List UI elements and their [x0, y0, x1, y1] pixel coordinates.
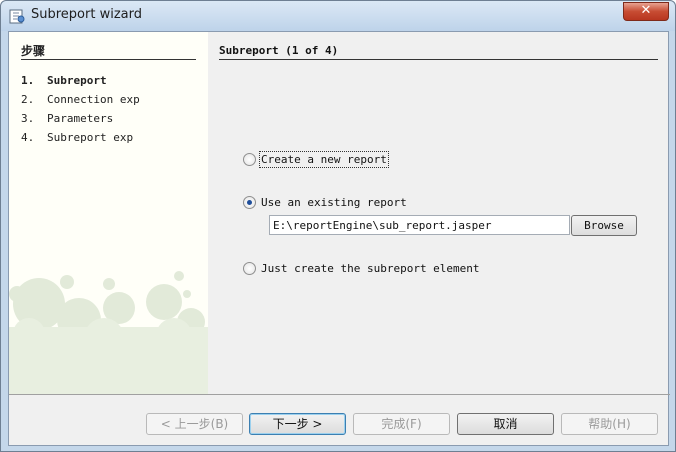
title-bar[interactable]: Subreport wizard ✕ [1, 1, 675, 31]
decorative-bubbles [9, 271, 208, 394]
just-create-subreport-option[interactable]: Just create the subreport element [243, 262, 480, 275]
app-icon [9, 8, 25, 24]
report-path-input[interactable]: E:\reportEngine\sub_report.jasper [269, 215, 570, 235]
step-number: 1. [21, 74, 35, 87]
step-number: 3. [21, 112, 35, 125]
steps-divider [21, 59, 196, 60]
back-button[interactable]: < 上一步(B) [146, 413, 243, 435]
create-new-report-label: Create a new report [259, 151, 389, 168]
content-divider [219, 59, 658, 60]
use-existing-report-label: Use an existing report [261, 196, 407, 209]
step-label: Subreport exp [47, 131, 134, 144]
step-number: 2. [21, 93, 35, 106]
window-title: Subreport wizard [31, 7, 142, 22]
step-label: Parameters [47, 112, 114, 125]
finish-button[interactable]: 完成(F) [353, 413, 450, 435]
close-icon: ✕ [640, 3, 652, 18]
footer-divider [9, 394, 670, 395]
step-item-subreport: 1. Subreport [21, 74, 107, 87]
next-button[interactable]: 下一步 > [249, 413, 346, 435]
help-button[interactable]: 帮助(H) [561, 413, 658, 435]
close-button[interactable]: ✕ [623, 2, 669, 21]
just-create-subreport-label: Just create the subreport element [261, 262, 480, 275]
cancel-button[interactable]: 取消 [457, 413, 554, 435]
just-create-subreport-radio[interactable] [243, 262, 256, 275]
step-item-connection-exp: 2. Connection exp [21, 93, 140, 106]
wizard-window: Subreport wizard ✕ 步骤 1. Subreport 2. Co… [0, 0, 676, 452]
step-item-subreport-exp: 4. Subreport exp [21, 131, 133, 144]
step-number: 4. [21, 131, 35, 144]
use-existing-report-option[interactable]: Use an existing report [243, 196, 407, 209]
wizard-body: 步骤 1. Subreport 2. Connection exp 3. Parame… [8, 31, 670, 446]
step-item-parameters: 3. Parameters [21, 112, 113, 125]
create-new-report-option[interactable]: Create a new report [243, 151, 389, 168]
use-existing-report-radio[interactable] [243, 196, 256, 209]
steps-panel: 步骤 1. Subreport 2. Connection exp 3. Parame… [9, 32, 208, 394]
page-title: Subreport (1 of 4) [219, 44, 339, 57]
browse-button[interactable]: Browse [571, 215, 637, 236]
steps-title: 步骤 [21, 44, 46, 58]
step-label: Subreport [47, 74, 107, 87]
create-new-report-radio[interactable] [243, 153, 256, 166]
step-label: Connection exp [47, 93, 140, 106]
